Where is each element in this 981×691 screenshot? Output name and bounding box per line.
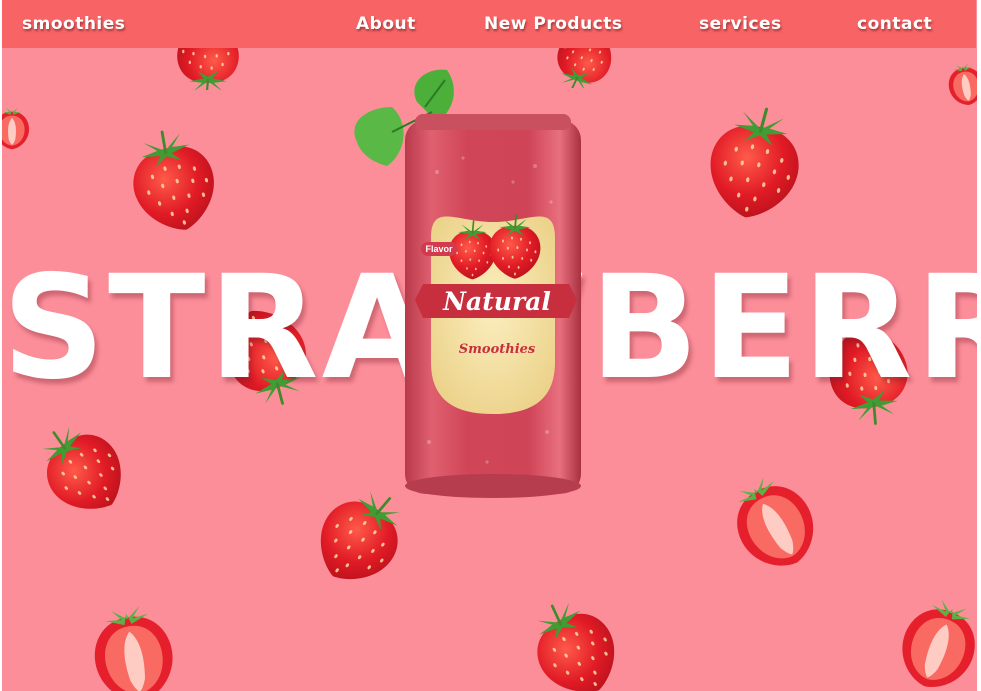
landing-page: STRAWBERRY — [0, 0, 981, 691]
nav-link-about[interactable]: About — [356, 13, 416, 35]
can-flavor-tag: Flavor — [425, 244, 453, 254]
hero-section: STRAWBERRY — [2, 0, 977, 691]
strawberry-icon — [896, 594, 977, 691]
nav-link-services[interactable]: services — [699, 13, 782, 35]
strawberry-icon — [26, 420, 142, 516]
can-sub-text: Smoothies — [459, 342, 536, 357]
nav-link-contact[interactable]: contact — [857, 13, 932, 35]
nav-link-new-products[interactable]: New Products — [484, 13, 623, 35]
strawberry-icon — [2, 107, 30, 150]
strawberry-icon — [702, 99, 806, 227]
strawberry-icon — [946, 60, 977, 108]
soda-can-icon: Flavor Natural Smoothies — [354, 69, 581, 498]
top-navbar: smoothies About New Products services co… — [2, 0, 976, 48]
strawberry-icon — [728, 474, 824, 570]
strawberry-icon — [127, 125, 222, 237]
can-banner-text: Natural — [442, 287, 551, 316]
strawberry-icon — [518, 598, 634, 691]
strawberry-icon — [86, 604, 180, 691]
brand-logo[interactable]: smoothies — [22, 13, 125, 35]
